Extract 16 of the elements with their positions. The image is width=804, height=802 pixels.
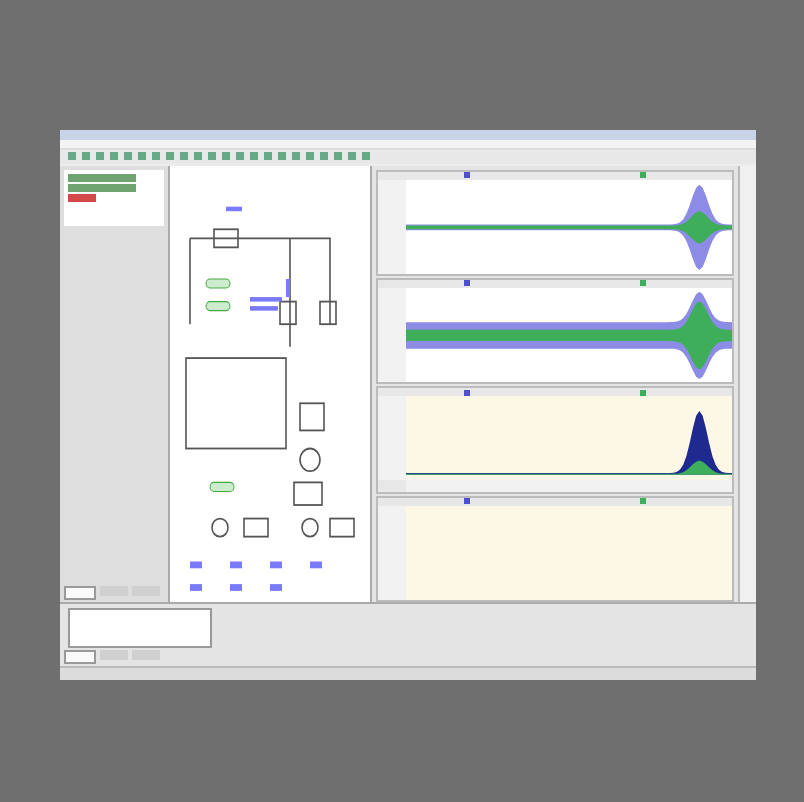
legend-icon [463, 498, 470, 505]
legend-icon [640, 172, 647, 178]
tab[interactable] [100, 650, 128, 661]
tree-item[interactable] [68, 173, 136, 181]
tab[interactable] [132, 650, 160, 661]
tree-item[interactable] [68, 193, 96, 201]
legend-icon [463, 389, 470, 396]
tree-item[interactable] [68, 183, 136, 191]
message-list [68, 608, 212, 649]
legend-icon [463, 172, 470, 178]
tab[interactable] [64, 586, 96, 601]
legend-icon [463, 280, 470, 287]
legend-icon [640, 498, 647, 505]
legend-icon [640, 280, 647, 287]
legend-icon [640, 389, 647, 396]
tab[interactable] [64, 650, 96, 665]
